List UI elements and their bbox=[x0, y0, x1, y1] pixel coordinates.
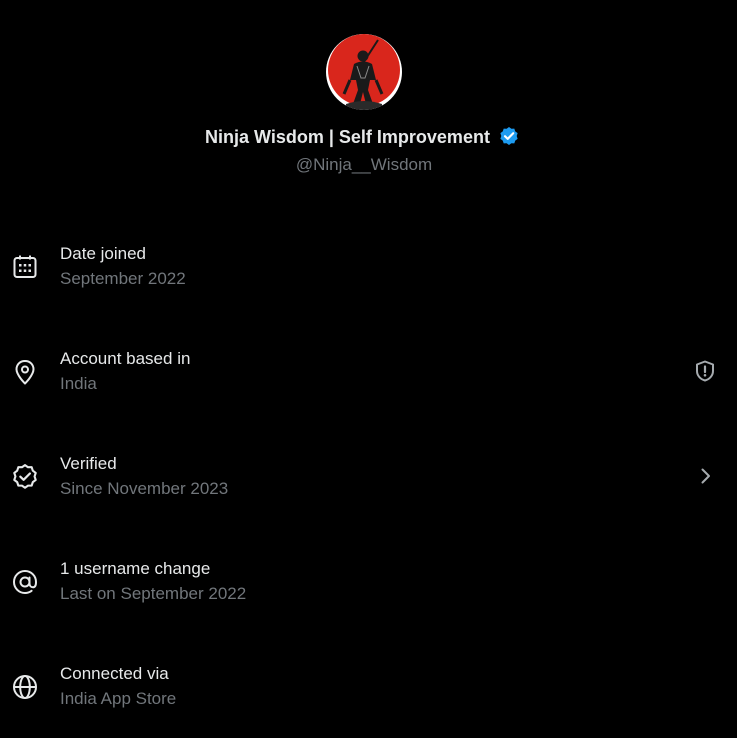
ninja-avatar-icon bbox=[326, 34, 402, 110]
row-title: Account based in bbox=[60, 349, 191, 368]
display-name: Ninja Wisdom | Self Improvement bbox=[205, 127, 490, 147]
info-row-connected-via: Connected via India App Store bbox=[0, 633, 737, 738]
profile-header: Ninja Wisdom | Self Improvement @Ninja__… bbox=[0, 0, 737, 200]
profile-handle: @Ninja__Wisdom bbox=[295, 155, 433, 174]
verified-check-icon bbox=[11, 463, 39, 491]
info-row-verified[interactable]: Verified Since November 2023 bbox=[0, 423, 737, 528]
verified-badge-icon[interactable] bbox=[498, 125, 520, 154]
row-subtitle: September 2022 bbox=[60, 269, 186, 288]
calendar-icon bbox=[11, 253, 39, 281]
location-pin-icon bbox=[11, 358, 39, 386]
row-subtitle: Since November 2023 bbox=[60, 479, 229, 498]
row-subtitle: India App Store bbox=[60, 689, 177, 708]
display-name-row: Ninja Wisdom | Self Improvement bbox=[0, 124, 725, 154]
info-row-username-change: 1 username change Last on September 2022 bbox=[0, 528, 737, 633]
profile-avatar[interactable] bbox=[326, 34, 402, 110]
chevron-right-icon[interactable] bbox=[693, 464, 717, 488]
at-sign-icon bbox=[11, 568, 39, 596]
about-account-list: Date joined September 2022 Account based… bbox=[0, 213, 737, 738]
globe-icon bbox=[11, 673, 39, 701]
info-row-account-based-in: Account based in India bbox=[0, 318, 737, 423]
row-subtitle: India bbox=[60, 374, 97, 393]
row-subtitle: Last on September 2022 bbox=[60, 584, 247, 603]
shield-alert-icon[interactable] bbox=[693, 359, 717, 383]
row-title: Date joined bbox=[60, 244, 147, 263]
row-title: Verified bbox=[60, 454, 117, 473]
row-title: 1 username change bbox=[60, 559, 211, 578]
row-title: Connected via bbox=[60, 664, 169, 683]
info-row-date-joined: Date joined September 2022 bbox=[0, 213, 737, 318]
